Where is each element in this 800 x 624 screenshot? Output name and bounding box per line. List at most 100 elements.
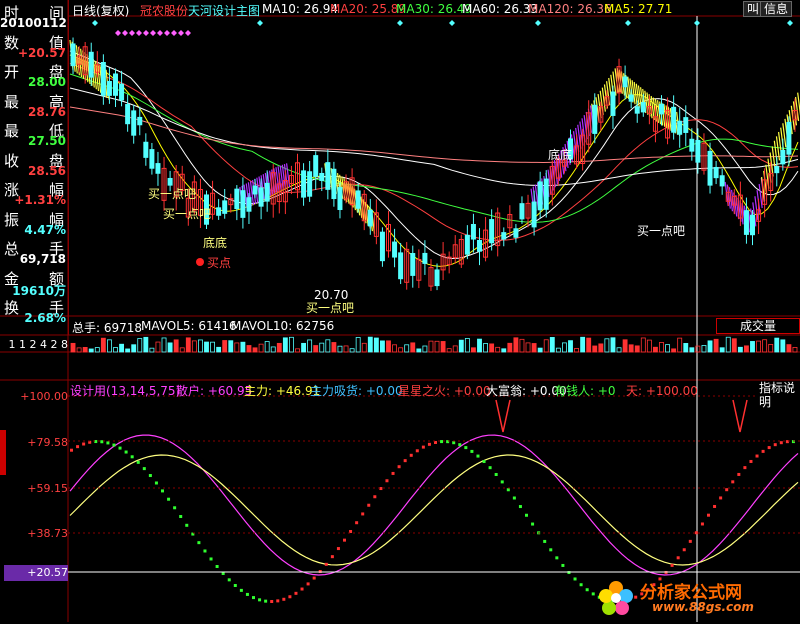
diamond-marker bbox=[115, 30, 121, 36]
step-dot bbox=[318, 569, 322, 573]
candle-body bbox=[592, 104, 598, 134]
volume-bar bbox=[707, 340, 713, 353]
volume-bar bbox=[404, 344, 410, 353]
volume-bar bbox=[701, 345, 707, 353]
volume-bar bbox=[671, 348, 677, 353]
candle-body bbox=[313, 155, 319, 177]
volume-bar bbox=[744, 345, 749, 353]
step-dot bbox=[288, 595, 292, 599]
step-dot bbox=[700, 522, 704, 526]
candle-body bbox=[137, 116, 143, 126]
step-dot bbox=[682, 548, 686, 552]
candle-body bbox=[319, 172, 325, 181]
step-dot bbox=[458, 443, 462, 447]
indicator-value: 主力吸货: +0.00 bbox=[310, 384, 403, 398]
volume-bar bbox=[143, 336, 149, 353]
volume-bar bbox=[531, 343, 537, 353]
volume-bar bbox=[513, 337, 519, 353]
step-dot bbox=[773, 443, 777, 447]
candle-body bbox=[780, 149, 786, 165]
volume-bar bbox=[489, 343, 495, 353]
volume-bar bbox=[725, 336, 731, 353]
candle-body bbox=[477, 239, 482, 252]
step-dot bbox=[82, 442, 86, 446]
step-dot bbox=[258, 598, 262, 602]
volume-bar bbox=[683, 343, 689, 353]
step-dot bbox=[555, 556, 559, 560]
volume-bar bbox=[204, 341, 209, 353]
volume-bar bbox=[622, 339, 628, 353]
volume-bar bbox=[580, 336, 586, 353]
step-dot bbox=[500, 480, 504, 484]
step-dot bbox=[512, 496, 516, 500]
ma-label: MA5: 27.71 bbox=[604, 2, 673, 16]
step-dot bbox=[312, 576, 316, 580]
candle-body bbox=[610, 91, 616, 116]
ma-label: MA20: 25.89 bbox=[330, 2, 407, 16]
candle-body bbox=[222, 200, 228, 214]
step-dot bbox=[173, 506, 177, 510]
volume-bar bbox=[440, 341, 446, 353]
volume-bar bbox=[379, 340, 385, 353]
step-dot bbox=[112, 443, 116, 447]
candle-body bbox=[252, 185, 258, 195]
candle-body bbox=[543, 178, 549, 210]
field-value: 69,718 bbox=[19, 252, 66, 266]
info-button[interactable]: 信息 bbox=[760, 1, 793, 17]
step-dot bbox=[725, 488, 729, 492]
annotation-buy-1: 买一点吧 bbox=[148, 187, 197, 201]
step-dot bbox=[779, 441, 783, 445]
candle-body bbox=[216, 207, 222, 216]
step-dot bbox=[185, 523, 189, 527]
step-dot bbox=[464, 446, 468, 450]
step-dot bbox=[264, 599, 268, 603]
step-dot bbox=[179, 515, 183, 519]
candle-body bbox=[519, 203, 525, 220]
volume-bar bbox=[373, 337, 379, 353]
volume-bar bbox=[173, 339, 179, 353]
volume-bar bbox=[270, 346, 276, 353]
volume-bar bbox=[501, 348, 507, 353]
step-dot bbox=[355, 521, 359, 525]
indicator-help-button[interactable]: 指标说明 bbox=[756, 381, 800, 409]
volume-bar bbox=[155, 341, 161, 353]
volume-button[interactable]: 成交量 bbox=[716, 318, 800, 334]
candle-body bbox=[719, 175, 725, 187]
step-dot bbox=[561, 563, 565, 567]
volume-bar bbox=[343, 345, 349, 353]
volume-bar bbox=[731, 338, 737, 353]
step-dot bbox=[579, 583, 583, 587]
step-dot bbox=[549, 548, 553, 552]
step-dot bbox=[373, 495, 377, 499]
candle-body bbox=[628, 94, 634, 102]
volume-bar bbox=[331, 342, 337, 353]
volume-bar bbox=[240, 341, 246, 353]
indicator-name[interactable]: 天河设计主图 bbox=[188, 2, 260, 19]
volume-bar bbox=[428, 340, 434, 353]
ma-label: MA60: 26.33 bbox=[462, 2, 539, 16]
candle-body bbox=[113, 73, 118, 96]
volume-bar bbox=[361, 342, 367, 353]
diamond-marker bbox=[449, 20, 455, 26]
step-dot bbox=[525, 513, 528, 517]
volume-bar bbox=[125, 348, 131, 353]
candle-body bbox=[671, 106, 677, 133]
diamond-marker bbox=[787, 20, 793, 26]
period-label[interactable]: 日线(复权) bbox=[72, 2, 129, 19]
indicator-title[interactable]: 设计用(13,14,5,75) bbox=[70, 382, 180, 399]
buy-point-marker bbox=[196, 258, 204, 266]
field-value: 20100112 bbox=[0, 16, 67, 30]
volume-bar bbox=[179, 347, 185, 353]
volume-bar bbox=[713, 338, 719, 353]
step-dot bbox=[415, 449, 419, 453]
diamond-marker bbox=[129, 30, 135, 36]
volume-bar bbox=[616, 347, 622, 353]
step-dot bbox=[694, 531, 698, 535]
candle-body bbox=[470, 223, 476, 240]
volume-bar bbox=[131, 344, 137, 353]
volume-bar bbox=[458, 339, 464, 353]
candle-body bbox=[695, 139, 701, 163]
step-dot bbox=[531, 522, 535, 526]
volume-bar bbox=[525, 342, 531, 353]
volume-bar bbox=[392, 344, 397, 353]
